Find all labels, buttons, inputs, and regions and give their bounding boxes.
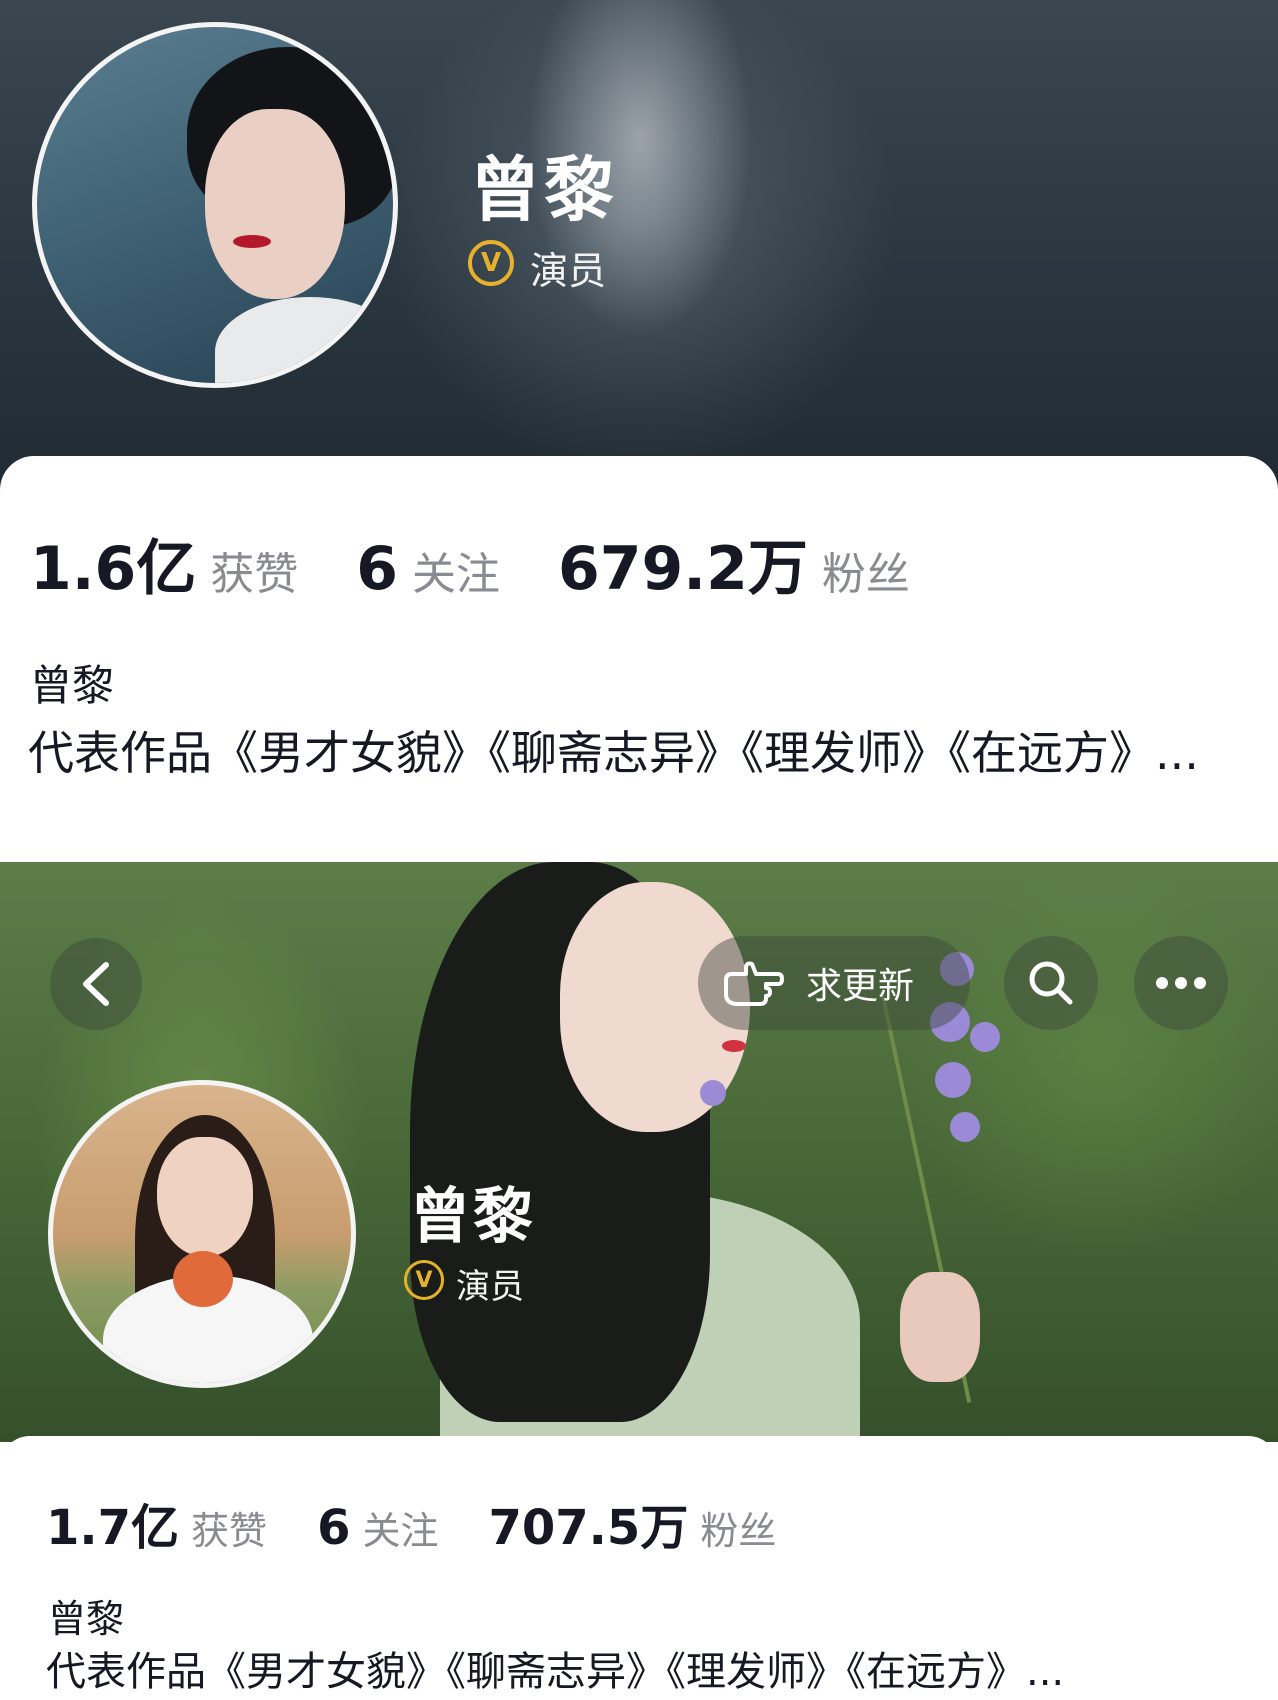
profile-bio[interactable]: 代表作品《男才女貌》《聊斋志异》《理发师》《在远方》... — [28, 718, 1228, 788]
search-button[interactable] — [1004, 936, 1098, 1030]
avatar[interactable] — [32, 22, 398, 388]
followers-label[interactable]: 粉丝 — [700, 1500, 776, 1555]
verified-role: 演员 — [456, 1267, 524, 1307]
search-icon — [1029, 961, 1073, 1005]
avatar-lips — [233, 235, 271, 248]
more-button[interactable] — [1134, 936, 1228, 1030]
following-count[interactable]: 6 — [356, 534, 398, 604]
likes-count: 1.6亿 — [30, 534, 197, 604]
avatar-face — [205, 109, 345, 299]
profile-stats: 1.6亿 获赞 6 关注 679.2万 粉丝 — [30, 520, 968, 607]
flower-petal — [700, 1080, 726, 1106]
followers-count[interactable]: 707.5万 — [488, 1488, 688, 1558]
likes-count: 1.7亿 — [46, 1500, 180, 1556]
flower-petal — [935, 1062, 971, 1098]
followers-label[interactable]: 粉丝 — [822, 538, 910, 602]
likes-label: 获赞 — [210, 549, 299, 600]
profile-name: 曾黎 — [470, 149, 618, 231]
verified-role: 演员 — [530, 249, 607, 293]
verified-badge-icon: V — [468, 240, 514, 286]
cover-figure-lips — [722, 1040, 746, 1052]
profile-nickname: 曾黎 — [30, 661, 115, 710]
chevron-left-icon — [83, 962, 109, 1006]
profile-screenshot-top: 曾黎 V 演员 1.6亿 获赞 6 关注 679.2万 粉丝 曾黎 代表作品《男… — [0, 0, 1278, 862]
request-update-button[interactable]: 求更新 — [698, 936, 970, 1030]
profile-name: 曾黎 — [410, 1182, 536, 1252]
flower-petal — [970, 1022, 1000, 1052]
profile-stats: 1.7亿 获赞 6 关注 707.5万 粉丝 — [46, 1488, 826, 1558]
profile-info-card — [0, 456, 1278, 862]
following-label[interactable]: 关注 — [412, 538, 500, 602]
request-update-label: 求更新 — [806, 966, 915, 1007]
following-label[interactable]: 关注 — [362, 1500, 438, 1555]
verified-badge-icon: V — [404, 1260, 444, 1300]
more-dots-icon — [1156, 977, 1206, 989]
avatar[interactable] — [48, 1080, 356, 1388]
followers-count[interactable]: 679.2万 — [558, 520, 808, 607]
avatar-face — [157, 1137, 253, 1257]
flower-petal — [950, 1112, 980, 1142]
cover-figure-hand — [900, 1272, 980, 1382]
profile-bio[interactable]: 代表作品《男才女貌》《聊斋志异》《理发师》《在远方》... — [46, 1646, 1266, 1698]
profile-screenshot-bottom: 求更新 曾黎 V 演员 1.7亿 获赞 6 关注 707.5万 粉丝 曾黎 代表… — [0, 862, 1278, 1700]
avatar-fruit — [173, 1251, 233, 1307]
back-button[interactable] — [50, 938, 142, 1030]
following-count[interactable]: 6 — [317, 1500, 350, 1556]
likes-label: 获赞 — [191, 1509, 268, 1553]
pointing-hand-icon — [724, 961, 784, 1006]
avatar-dress — [215, 297, 393, 383]
profile-nickname: 曾黎 — [48, 1597, 125, 1641]
